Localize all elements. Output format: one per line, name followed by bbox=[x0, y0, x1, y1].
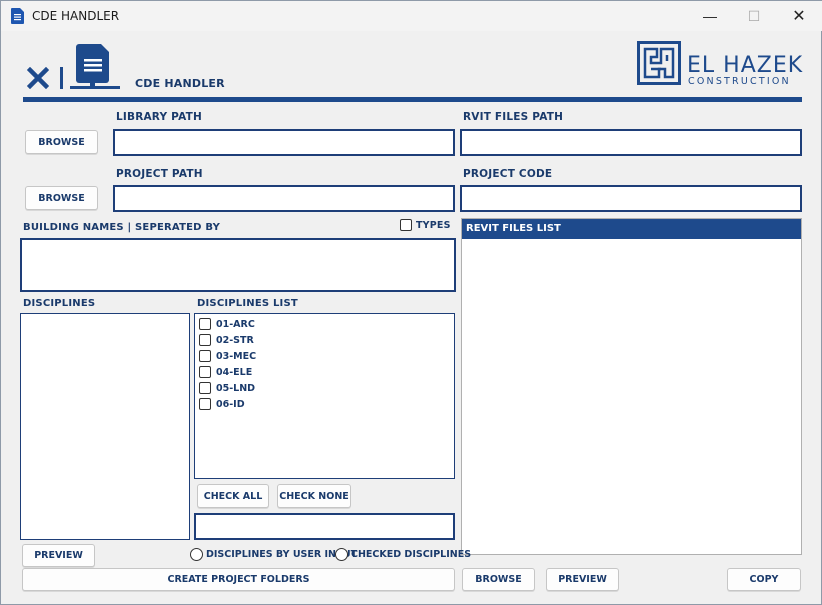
discipline-checkbox[interactable] bbox=[199, 382, 211, 394]
radio-disciplines-user-input[interactable]: DISCIPLINES BY USER INPUT bbox=[190, 548, 357, 561]
browse-library-button[interactable]: BROWSE bbox=[25, 130, 98, 154]
discipline-checkbox[interactable] bbox=[199, 334, 211, 346]
preview-revit-button[interactable]: PREVIEW bbox=[546, 568, 619, 591]
minimize-icon: — bbox=[703, 8, 717, 24]
preview-button[interactable]: PREVIEW bbox=[22, 544, 95, 567]
project-path-input[interactable] bbox=[113, 185, 455, 212]
browse-revit-button[interactable]: BROWSE bbox=[462, 568, 535, 591]
app-window: CDE HANDLER — ☐ ✕ CDE HANDLER EL HAZEK C… bbox=[0, 0, 822, 605]
browse-project-button[interactable]: BROWSE bbox=[25, 186, 98, 210]
copy-button[interactable]: COPY bbox=[727, 568, 801, 591]
discipline-item[interactable]: 02-STR bbox=[199, 332, 254, 348]
rvit-files-path-input[interactable] bbox=[460, 129, 802, 156]
header-separator bbox=[60, 67, 63, 89]
check-all-button[interactable]: CHECK ALL bbox=[197, 484, 269, 508]
radio-icon[interactable] bbox=[335, 548, 348, 561]
brand-name: EL HAZEK bbox=[687, 53, 804, 78]
discipline-input[interactable] bbox=[194, 513, 455, 540]
radio-icon[interactable] bbox=[190, 548, 203, 561]
disciplines-checklist: 01-ARC 02-STR 03-MEC 04-ELE 05-LND 06-ID bbox=[194, 313, 455, 479]
types-checkbox[interactable] bbox=[400, 219, 412, 231]
close-window-button[interactable]: ✕ bbox=[776, 1, 822, 31]
discipline-checkbox[interactable] bbox=[199, 398, 211, 410]
building-names-input[interactable] bbox=[20, 238, 456, 292]
revit-files-list-header: REVIT FILES LIST bbox=[462, 219, 801, 239]
discipline-checkbox[interactable] bbox=[199, 318, 211, 330]
rvit-files-path-label: RVIT FILES PATH bbox=[463, 111, 564, 123]
disciplines-list-label: DISCIPLINES LIST bbox=[197, 298, 298, 309]
title-bar: CDE HANDLER — ☐ ✕ bbox=[1, 1, 822, 31]
app-header-title: CDE HANDLER bbox=[135, 77, 225, 90]
radio-checked-disciplines[interactable]: CHECKED DISCIPLINES bbox=[335, 548, 471, 561]
close-icon: ✕ bbox=[792, 8, 806, 25]
disciplines-label: DISCIPLINES bbox=[23, 298, 96, 309]
types-checkbox-row[interactable]: TYPES bbox=[400, 219, 451, 231]
disciplines-list-box[interactable] bbox=[20, 313, 190, 540]
discipline-item[interactable]: 04-ELE bbox=[199, 364, 252, 380]
project-path-label: PROJECT PATH bbox=[116, 168, 203, 180]
check-none-button[interactable]: CHECK NONE bbox=[277, 484, 351, 508]
revit-files-list[interactable]: REVIT FILES LIST bbox=[461, 218, 802, 555]
minimize-button[interactable]: — bbox=[687, 1, 733, 31]
types-label: TYPES bbox=[416, 219, 451, 231]
discipline-item[interactable]: 05-LND bbox=[199, 380, 255, 396]
window-title: CDE HANDLER bbox=[32, 9, 120, 23]
library-path-label: LIBRARY PATH bbox=[116, 111, 202, 123]
excel-x-icon bbox=[27, 67, 49, 89]
project-code-label: PROJECT CODE bbox=[463, 168, 553, 180]
discipline-item[interactable]: 03-MEC bbox=[199, 348, 256, 364]
create-project-folders-button[interactable]: CREATE PROJECT FOLDERS bbox=[22, 568, 455, 591]
discipline-checkbox[interactable] bbox=[199, 350, 211, 362]
discipline-checkbox[interactable] bbox=[199, 366, 211, 378]
discipline-item[interactable]: 06-ID bbox=[199, 396, 245, 412]
building-names-label: BUILDING NAMES | SEPERATED BY bbox=[23, 222, 221, 233]
header-divider bbox=[23, 97, 802, 102]
maximize-icon: ☐ bbox=[747, 7, 761, 24]
el-hazek-logo-icon bbox=[637, 41, 681, 85]
document-logo-icon bbox=[70, 44, 120, 89]
library-path-input[interactable] bbox=[113, 129, 455, 156]
discipline-item[interactable]: 01-ARC bbox=[199, 316, 255, 332]
project-code-input[interactable] bbox=[460, 185, 802, 212]
brand-subtitle: CONSTRUCTION bbox=[688, 76, 791, 87]
document-icon bbox=[11, 8, 24, 24]
maximize-button[interactable]: ☐ bbox=[731, 1, 777, 31]
